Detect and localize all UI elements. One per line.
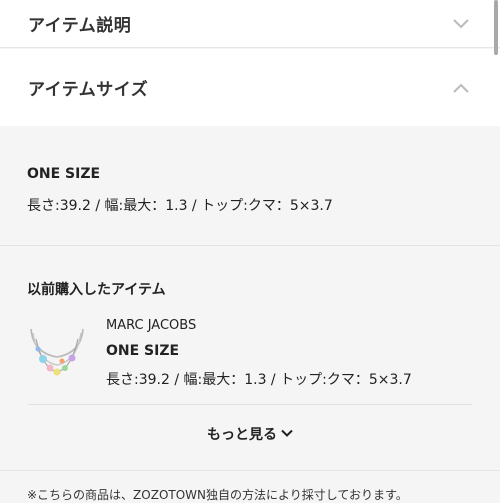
previous-item-dimensions: 長さ:39.2 / 幅:最大：1.3 / トップ:クマ：5×3.7 [106, 372, 412, 388]
show-more-button[interactable]: もっと見る [150, 423, 350, 445]
accordion-item-size[interactable]: アイテムサイズ [0, 49, 500, 126]
measurement-footnote: ※こちらの商品は、ZOZOTOWN独自の方法により採寸しております。 [27, 488, 408, 502]
previous-item-brand[interactable]: MARC JACOBS [106, 318, 196, 333]
previous-purchases-title: 以前購入したアイテム [27, 282, 166, 298]
accordion-title-description: アイテム説明 [28, 16, 132, 36]
section-divider [0, 470, 500, 471]
size-name: ONE SIZE [27, 166, 101, 182]
accordion-title-size: アイテムサイズ [28, 80, 149, 100]
accordion-item-description[interactable]: アイテム説明 [0, 0, 500, 48]
scrollbar[interactable] [494, 0, 498, 55]
show-more-label: もっと見る [207, 427, 277, 443]
chevron-down-icon [281, 426, 293, 442]
size-dimensions: 長さ:39.2 / 幅:最大：1.3 / トップ:クマ：5×3.7 [27, 198, 333, 214]
chevron-up-icon[interactable] [450, 77, 472, 99]
list-divider [28, 404, 472, 405]
necklace-thumbnail[interactable] [27, 325, 87, 380]
size-info-panel [0, 126, 500, 246]
previous-item-size: ONE SIZE [106, 343, 180, 359]
chevron-down-icon[interactable] [450, 13, 472, 35]
section-divider [0, 245, 500, 246]
